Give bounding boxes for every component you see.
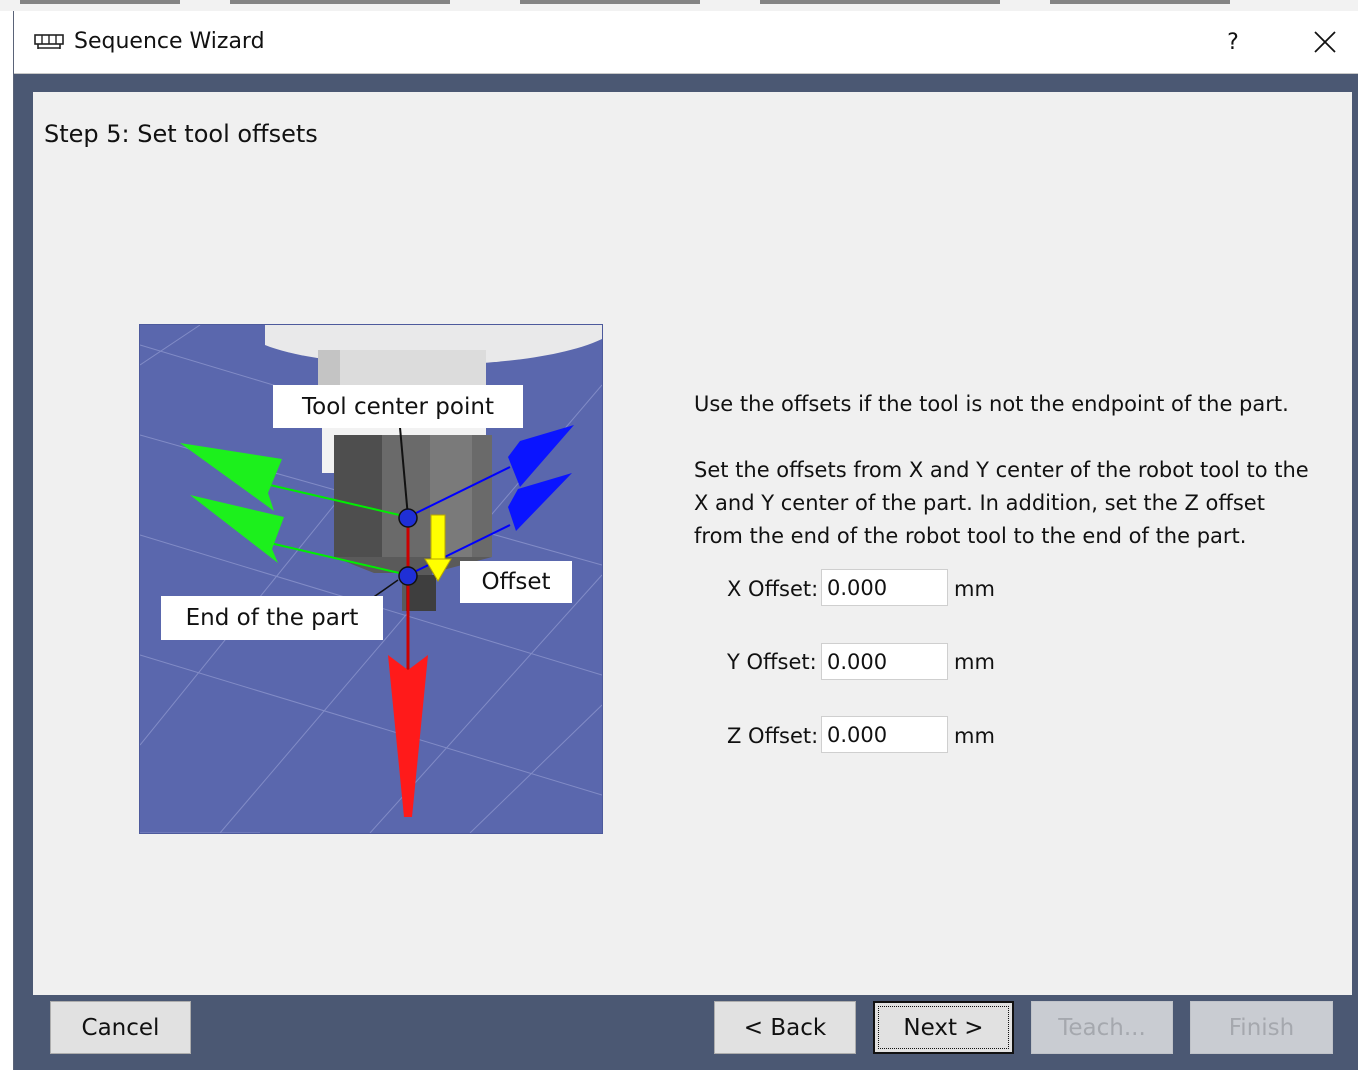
next-button-focus-ring (878, 1006, 1009, 1049)
y-offset-label: Y Offset: (727, 650, 817, 674)
x-offset-unit: mm (954, 577, 995, 601)
z-offset-unit: mm (954, 724, 995, 748)
close-button[interactable] (1294, 11, 1356, 73)
teach-button[interactable]: Teach... (1031, 1001, 1173, 1054)
wizard-app-icon (34, 34, 64, 49)
description-line-2: Set the offsets from X and Y center of t… (694, 458, 1309, 482)
back-button[interactable]: < Back (714, 1001, 856, 1054)
description-line-3: X and Y center of the part. In addition,… (694, 491, 1265, 515)
wizard-content: Step 5: Set tool offsets Tool center poi… (33, 92, 1352, 995)
close-icon (1314, 31, 1336, 53)
y-offset-input[interactable] (821, 643, 948, 680)
tool-center-point-callout: Tool center point (273, 385, 523, 428)
y-offset-unit: mm (954, 650, 995, 674)
background-window-strip (0, 0, 1358, 11)
window-title: Sequence Wizard (74, 29, 265, 54)
tool-offset-diagram: Tool center point End of the part Offset (139, 324, 603, 834)
step-title: Step 5: Set tool offsets (44, 120, 318, 148)
description-line-1: Use the offsets if the tool is not the e… (694, 392, 1289, 416)
end-of-part-callout: End of the part (161, 596, 383, 640)
sequence-wizard-dialog: Sequence Wizard ? Step 5: Set tool offse… (13, 11, 1358, 1070)
next-button[interactable]: Next > (873, 1001, 1014, 1054)
offset-callout: Offset (460, 561, 572, 603)
cancel-button[interactable]: Cancel (50, 1001, 191, 1054)
z-offset-input[interactable] (821, 716, 948, 753)
title-bar: Sequence Wizard ? (14, 11, 1358, 74)
x-offset-input[interactable] (821, 569, 948, 606)
help-button[interactable]: ? (1202, 11, 1264, 73)
finish-button[interactable]: Finish (1190, 1001, 1333, 1054)
z-offset-label: Z Offset: (727, 724, 819, 748)
description-line-4: from the end of the robot tool to the en… (694, 524, 1247, 548)
x-offset-label: X Offset: (727, 577, 819, 601)
